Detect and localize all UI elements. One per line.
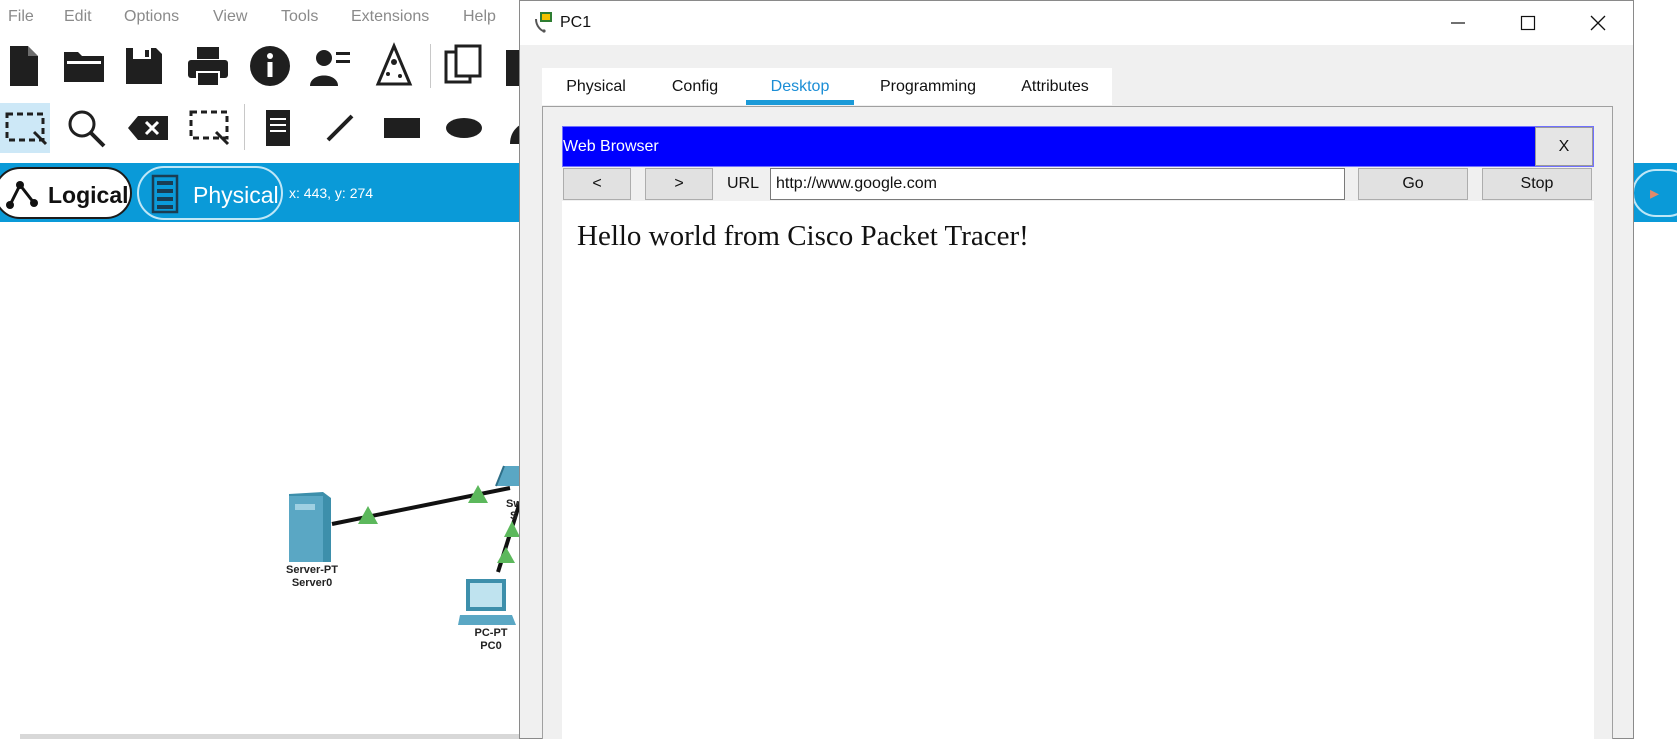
activity-wizard-icon[interactable] bbox=[370, 42, 418, 90]
menu-view[interactable]: View bbox=[213, 8, 247, 26]
tab-desktop[interactable]: Desktop bbox=[746, 68, 854, 105]
simulation-mode-button-partial[interactable]: ▸ bbox=[1632, 169, 1677, 217]
place-note-icon[interactable] bbox=[254, 104, 302, 152]
web-browser-close-button[interactable]: X bbox=[1535, 127, 1593, 166]
dialog-titlebar[interactable]: PC1 bbox=[520, 1, 1633, 45]
logical-topology-icon bbox=[6, 181, 38, 209]
menu-help[interactable]: Help bbox=[463, 8, 496, 26]
physical-mode-label: Physical bbox=[193, 182, 279, 208]
menu-options[interactable]: Options bbox=[124, 8, 179, 26]
toolbar-separator bbox=[244, 104, 245, 150]
save-icon[interactable] bbox=[120, 42, 168, 90]
tab-attributes[interactable]: Attributes bbox=[998, 68, 1112, 105]
maximize-icon bbox=[1520, 15, 1536, 31]
link-status-up-icon bbox=[497, 547, 515, 563]
pc1-dialog: PC1 Physical Config Desktop Programming … bbox=[519, 0, 1634, 739]
tab-programming[interactable]: Programming bbox=[858, 68, 998, 105]
browser-go-button[interactable]: Go bbox=[1358, 168, 1468, 200]
open-folder-icon[interactable] bbox=[60, 42, 108, 90]
maximize-button[interactable] bbox=[1493, 1, 1563, 45]
new-file-icon[interactable] bbox=[0, 42, 48, 90]
resize-shape-icon[interactable] bbox=[186, 104, 234, 152]
server-device-icon[interactable] bbox=[285, 490, 333, 564]
url-label: URL bbox=[727, 175, 760, 192]
play-arrow-icon: ▸ bbox=[1650, 183, 1660, 203]
browser-page-view[interactable]: Hello world from Cisco Packet Tracer! bbox=[562, 201, 1594, 739]
user-profile-icon[interactable] bbox=[306, 42, 354, 90]
select-tool-icon[interactable] bbox=[2, 104, 50, 152]
close-icon bbox=[1590, 15, 1606, 31]
menu-tools[interactable]: Tools bbox=[281, 8, 318, 26]
draw-rectangle-icon[interactable] bbox=[378, 104, 426, 152]
dialog-tab-bar: Physical Config Desktop Programming Attr… bbox=[542, 68, 1112, 105]
logical-mode-button[interactable]: Logical bbox=[0, 167, 132, 219]
workspace-horizontal-scrollbar[interactable] bbox=[20, 734, 540, 739]
menu-extensions[interactable]: Extensions bbox=[351, 8, 429, 26]
draw-ellipse-icon[interactable] bbox=[440, 104, 488, 152]
web-browser-titlebar: Web Browser X bbox=[562, 126, 1594, 167]
web-browser-title: Web Browser bbox=[563, 138, 659, 155]
delete-icon[interactable] bbox=[124, 104, 172, 152]
minimize-button[interactable] bbox=[1423, 1, 1493, 45]
cursor-coordinates: x: 443, y: 274 bbox=[289, 185, 374, 201]
browser-back-button[interactable]: < bbox=[563, 168, 631, 200]
physical-rack-icon bbox=[151, 174, 179, 214]
server-type-label: Server-PT bbox=[286, 564, 338, 576]
link-status-up-icon bbox=[358, 506, 378, 524]
toolbar-separator bbox=[430, 44, 431, 88]
menu-file[interactable]: File bbox=[8, 8, 34, 26]
inspect-magnifier-icon[interactable] bbox=[62, 104, 110, 152]
logical-mode-label: Logical bbox=[48, 182, 129, 208]
page-heading-text: Hello world from Cisco Packet Tracer! bbox=[577, 220, 1029, 252]
server-name-label: Server0 bbox=[291, 577, 333, 589]
topology-links bbox=[331, 486, 522, 573]
pc-type-label: PC-PT bbox=[474, 627, 508, 639]
browser-forward-button[interactable]: > bbox=[645, 168, 713, 200]
minimize-icon bbox=[1451, 22, 1465, 24]
pc-device-icon[interactable] bbox=[458, 577, 520, 627]
info-icon[interactable] bbox=[246, 42, 294, 90]
packet-tracer-app-icon bbox=[535, 12, 552, 33]
browser-stop-button[interactable]: Stop bbox=[1482, 168, 1592, 200]
tab-physical[interactable]: Physical bbox=[542, 68, 650, 105]
close-window-button[interactable] bbox=[1563, 1, 1633, 45]
print-icon[interactable] bbox=[184, 42, 232, 90]
physical-mode-button[interactable]: Physical bbox=[137, 166, 283, 220]
url-input[interactable]: http://www.google.com bbox=[770, 168, 1345, 200]
menu-edit[interactable]: Edit bbox=[64, 8, 92, 26]
tab-config[interactable]: Config bbox=[650, 68, 740, 105]
pc-name-label: PC0 bbox=[480, 640, 502, 652]
link-status-up-icon bbox=[468, 485, 488, 503]
draw-line-icon[interactable] bbox=[316, 104, 364, 152]
dialog-title: PC1 bbox=[560, 14, 592, 31]
copy-icon[interactable] bbox=[440, 42, 488, 90]
